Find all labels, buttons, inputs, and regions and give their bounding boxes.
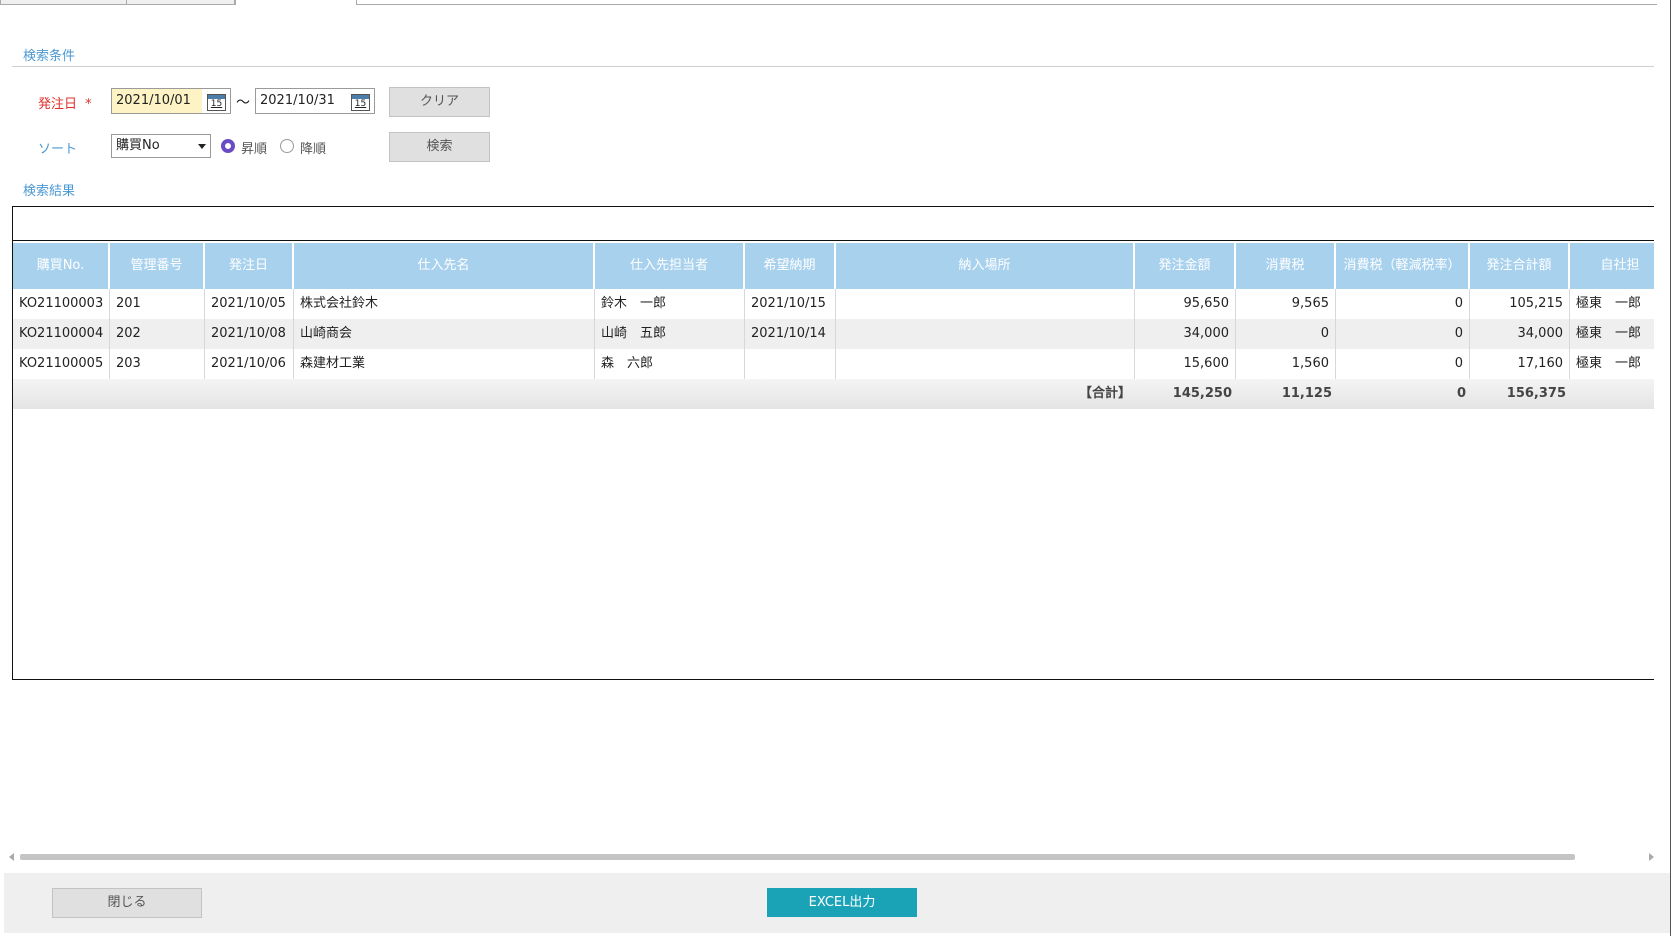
search-results-title: 検索結果: [23, 184, 76, 199]
clear-button[interactable]: クリア: [389, 87, 490, 117]
scroll-right-icon[interactable]: [1649, 853, 1654, 861]
sort-label: ソート: [38, 142, 78, 157]
cell-tax: 9,565: [1236, 289, 1336, 319]
dropdown-arrow-icon: [198, 144, 206, 149]
totals-label: 【合計】: [1078, 386, 1131, 401]
cell-total: 105,215: [1470, 289, 1570, 319]
col-header[interactable]: 仕入先名: [294, 243, 595, 289]
cell-supplier-contact: 森 六郎: [595, 349, 745, 379]
cell-total: 17,160: [1470, 349, 1570, 379]
sort-desc-label[interactable]: 降順: [300, 138, 326, 157]
grid-top-line: [13, 240, 1654, 241]
cell-delivery-place: [836, 289, 1135, 319]
table-row[interactable]: KO21100004 202 2021/10/08 山崎商会 山崎 五郎 202…: [13, 319, 1654, 349]
col-header[interactable]: 発注金額: [1135, 243, 1236, 289]
table-row[interactable]: KO21100003 201 2021/10/05 株式会社鈴木 鈴木 一郎 2…: [13, 289, 1654, 319]
sort-select[interactable]: 購買No: [111, 134, 211, 158]
cell-tax: 1,560: [1236, 349, 1336, 379]
excel-export-button[interactable]: EXCEL出力: [767, 888, 917, 917]
cell-reduced-tax: 0: [1336, 349, 1470, 379]
table-row[interactable]: KO21100005 203 2021/10/06 森建材工業 森 六郎 15,…: [13, 349, 1654, 379]
total-grand: 156,375: [1506, 386, 1566, 401]
sort-desc-radio[interactable]: [280, 139, 294, 153]
total-reduced-tax: 0: [1456, 386, 1466, 401]
cell-total: 34,000: [1470, 319, 1570, 349]
cell-amount: 15,600: [1135, 349, 1236, 379]
range-separator: ～: [236, 95, 250, 111]
cell-reduced-tax: 0: [1336, 319, 1470, 349]
col-header[interactable]: 発注日: [205, 243, 294, 289]
date-to-input[interactable]: 2021/10/31 15: [255, 88, 375, 114]
scrollbar-thumb[interactable]: [20, 854, 1575, 860]
col-header[interactable]: 自社担: [1570, 243, 1654, 289]
cell-delivery-place: [836, 319, 1135, 349]
col-header[interactable]: 管理番号: [110, 243, 205, 289]
scroll-left-icon[interactable]: [9, 853, 14, 861]
cell-amount: 95,650: [1135, 289, 1236, 319]
cell-order-date: 2021/10/06: [205, 349, 294, 379]
cell-control-no: 203: [110, 349, 205, 379]
cell-amount: 34,000: [1135, 319, 1236, 349]
grid-header: 購買No. 管理番号 発注日 仕入先名 仕入先担当者 希望納期 納入場所 発注金…: [13, 243, 1654, 289]
col-header[interactable]: 発注合計額: [1470, 243, 1570, 289]
cell-delivery-place: [836, 349, 1135, 379]
tab-active[interactable]: [235, 0, 357, 5]
cell-order-date: 2021/10/08: [205, 319, 294, 349]
cell-staff: 極東 一郎: [1576, 326, 1642, 341]
date-to-value: 2021/10/31: [260, 93, 335, 108]
cell-desired-date: [745, 349, 836, 379]
search-button[interactable]: 検索: [389, 132, 490, 162]
cell-staff: 極東 一郎: [1576, 296, 1642, 311]
required-mark: *: [85, 97, 92, 112]
cell-reduced-tax: 0: [1336, 289, 1470, 319]
total-amount: 145,250: [1172, 386, 1232, 401]
cell-supplier-contact: 山崎 五郎: [595, 319, 745, 349]
cell-desired-date: 2021/10/14: [745, 319, 836, 349]
section-divider: [12, 66, 1654, 67]
cell-control-no: 202: [110, 319, 205, 349]
cell-control-no: 201: [110, 289, 205, 319]
cell-supplier-contact: 鈴木 一郎: [595, 289, 745, 319]
results-grid: 購買No. 管理番号 発注日 仕入先名 仕入先担当者 希望納期 納入場所 発注金…: [12, 206, 1654, 680]
order-date-label-group: 発注日 *: [38, 93, 92, 112]
totals-row: 【合計】 145,250 11,125 0 156,375: [13, 379, 1654, 409]
calendar-icon[interactable]: 15: [351, 94, 370, 111]
tab-1[interactable]: [0, 0, 127, 5]
window-right-edge: [1670, 0, 1671, 936]
sort-asc-label[interactable]: 昇順: [241, 138, 267, 157]
cell-supplier: 山崎商会: [294, 319, 595, 349]
cell-purchase-no: KO21100005: [13, 349, 110, 379]
cell-desired-date: 2021/10/15: [745, 289, 836, 319]
cell-order-date: 2021/10/05: [205, 289, 294, 319]
close-button[interactable]: 閉じる: [52, 888, 202, 918]
cell-staff: 極東 一郎: [1576, 356, 1642, 371]
horizontal-scrollbar[interactable]: [9, 850, 1654, 862]
col-header[interactable]: 納入場所: [836, 243, 1135, 289]
cell-supplier: 森建材工業: [294, 349, 595, 379]
calendar-icon[interactable]: 15: [207, 94, 226, 111]
col-header[interactable]: 消費税（軽減税率）: [1336, 243, 1470, 289]
cell-supplier: 株式会社鈴木: [294, 289, 595, 319]
total-tax: 11,125: [1281, 386, 1332, 401]
col-header[interactable]: 消費税: [1236, 243, 1336, 289]
tab-2[interactable]: [126, 0, 235, 5]
cell-purchase-no: KO21100004: [13, 319, 110, 349]
cell-tax: 0: [1236, 319, 1336, 349]
date-from-value: 2021/10/01: [112, 89, 202, 113]
sort-asc-radio[interactable]: [221, 139, 235, 153]
cell-purchase-no: KO21100003: [13, 289, 110, 319]
order-date-label: 発注日: [38, 97, 78, 112]
col-header[interactable]: 購買No.: [13, 243, 110, 289]
col-header[interactable]: 希望納期: [745, 243, 836, 289]
search-conditions-title: 検索条件: [23, 49, 76, 64]
date-from-input[interactable]: 2021/10/01 15: [111, 88, 231, 114]
sort-select-value: 購買No: [116, 138, 160, 153]
col-header[interactable]: 仕入先担当者: [595, 243, 745, 289]
